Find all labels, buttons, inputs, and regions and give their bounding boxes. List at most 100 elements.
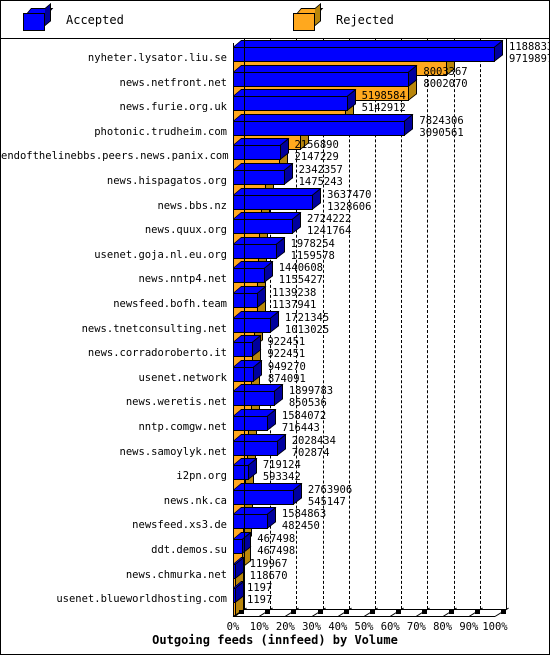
bar-accepted-7-front: [233, 219, 294, 235]
bar-accepted-9-front: [233, 268, 265, 284]
value-accepted-18: 2763906: [307, 483, 353, 496]
category-label-20: ddt.demos.su: [151, 544, 227, 556]
category-label-3: photonic.trudheim.com: [94, 125, 227, 138]
bar-accepted-6-front: [233, 194, 314, 210]
bar-accepted-14-front: [233, 391, 275, 407]
value-rejected-12: 922451: [267, 348, 306, 361]
category-label-21: news.chmurka.net: [125, 568, 227, 581]
category-label-11: news.tnetconsulting.net: [81, 322, 227, 335]
bar-accepted-1-top: [233, 64, 418, 72]
value-rejected-18: 545147: [307, 495, 346, 508]
bar-accepted-8-front: [233, 243, 277, 259]
value-rejected-9: 1155427: [278, 274, 323, 287]
value-rejected-10: 1137941: [272, 299, 317, 311]
value-rejected-3: 3090561: [419, 126, 464, 139]
value-accepted-9: 1440608: [278, 262, 323, 275]
value-accepted-20: 467498: [257, 533, 296, 545]
value-rejected-15: 716443: [281, 422, 320, 434]
plot-right-edge: [506, 39, 507, 609]
value-rejected-22: 1197: [247, 594, 273, 607]
value-accepted-19: 1584863: [281, 508, 327, 521]
category-label-1: news.netfront.net: [119, 76, 227, 89]
bar-accepted-2-top: [233, 89, 356, 97]
value-rejected-2: 5142912: [361, 102, 406, 115]
value-accepted-8: 1978254: [290, 237, 335, 250]
category-label-15: nntp.comgw.net: [138, 421, 227, 433]
category-label-16: news.samoylyk.net: [119, 445, 227, 458]
category-label-7: news.quux.org: [144, 224, 227, 237]
value-accepted-22: 1197: [247, 582, 273, 595]
bar-accepted-16-front: [233, 440, 278, 456]
value-accepted-3: 7824306: [419, 114, 464, 127]
category-label-2: news.furie.org.uk: [119, 101, 227, 114]
value-accepted-12: 922451: [267, 336, 306, 349]
value-accepted-15: 1584072: [281, 410, 327, 422]
bar-accepted-3-front: [233, 120, 406, 136]
gridline-90pct: [479, 39, 481, 609]
legend-label-rejected: Rejected: [336, 13, 394, 27]
value-rejected-5: 1475243: [298, 176, 343, 188]
value-accepted-6: 3637470: [327, 188, 372, 201]
category-label-22: usenet.blueworldhosting.com: [56, 593, 227, 606]
value-rejected-8: 1159578: [290, 249, 335, 262]
chart-page: Accepted Rejected nyheter.lysator.liu.se…: [0, 0, 550, 655]
plot-area: nyheter.lysator.liu.se news.netfront.net n…: [1, 39, 550, 654]
value-accepted-16: 2028434: [291, 434, 336, 447]
chart-title: Outgoing feeds (innfeed) by Volume: [152, 633, 398, 647]
value-accepted-7: 2724222: [307, 213, 352, 226]
value-accepted-11: 1721345: [284, 311, 330, 324]
category-label-10: newsfeed.bofh.team: [113, 298, 227, 310]
value-accepted-0: 11888332: [509, 41, 550, 53]
bar-accepted-11-front: [233, 317, 271, 333]
value-rejected-7: 1241764: [307, 225, 352, 238]
bar-accepted-4-front: [233, 145, 281, 161]
value-accepted-4: 2156890: [294, 139, 339, 152]
bar-accepted-5-front: [233, 170, 285, 185]
category-label-0: nyheter.lysator.liu.se: [87, 52, 227, 64]
bar-accepted-18-front: [233, 489, 294, 505]
category-label-8: usenet.goja.nl.eu.org: [94, 248, 227, 261]
category-label-12: news.corradoroberto.it: [87, 347, 227, 360]
x-tick-label-100pct: 100%: [482, 621, 508, 633]
value-rejected-14: 850536: [288, 397, 327, 410]
value-rejected-13: 874091: [267, 372, 306, 385]
value-accepted-10: 1139238: [272, 287, 317, 299]
value-rejected-4: 2147229: [294, 151, 339, 164]
category-label-5: news.hispagatos.org: [106, 175, 227, 187]
bar-accepted-0-top: [233, 40, 504, 47]
bar-accepted-2-front: [233, 96, 348, 112]
value-rejected-11: 1013025: [284, 323, 330, 336]
bar-accepted-1-front: [233, 71, 410, 87]
legend-item-rejected: Rejected: [293, 2, 394, 33]
blue-cube-icon: [23, 2, 54, 32]
category-label-4: endofthelinebbs.peers.news.panix.com: [1, 150, 229, 163]
category-label-19: newsfeed.xs3.de: [132, 519, 227, 532]
value-rejected-0: 9719897: [509, 53, 550, 65]
bar-accepted-6-top: [233, 187, 322, 195]
category-label-18: news.nk.ca: [163, 494, 227, 507]
y-axis-front: [233, 43, 234, 616]
value-rejected-1: 8002070: [423, 77, 468, 90]
value-accepted-5: 2342357: [298, 164, 343, 176]
bar-accepted-0-front: [233, 47, 495, 62]
value-accepted-14: 1899783: [288, 385, 334, 398]
value-rejected-17: 593342: [262, 471, 301, 484]
value-rejected-21: 118670: [249, 569, 288, 582]
value-rejected-16: 702874: [291, 446, 330, 459]
chart-legend: Accepted Rejected: [1, 1, 549, 39]
orange-cube-icon: [293, 2, 324, 32]
bar-accepted-3-top: [233, 113, 414, 121]
value-rejected-6: 1328606: [327, 200, 372, 213]
bar-accepted-20-front: [233, 539, 244, 554]
bar-accepted-19-front: [233, 514, 268, 530]
value-accepted-21: 119967: [249, 557, 288, 570]
category-label-6: news.bbs.nz: [157, 199, 227, 212]
category-label-14: news.weretis.net: [125, 396, 227, 409]
legend-label-accepted: Accepted: [66, 13, 124, 27]
bar-accepted-15-front: [233, 416, 268, 431]
value-accepted-17: 719124: [262, 459, 301, 472]
bar-accepted-17-front: [233, 465, 249, 481]
category-label-17: i2pn.org: [176, 470, 227, 483]
category-label-9: news.nntp4.net: [138, 273, 227, 286]
legend-item-accepted: Accepted: [23, 2, 124, 33]
